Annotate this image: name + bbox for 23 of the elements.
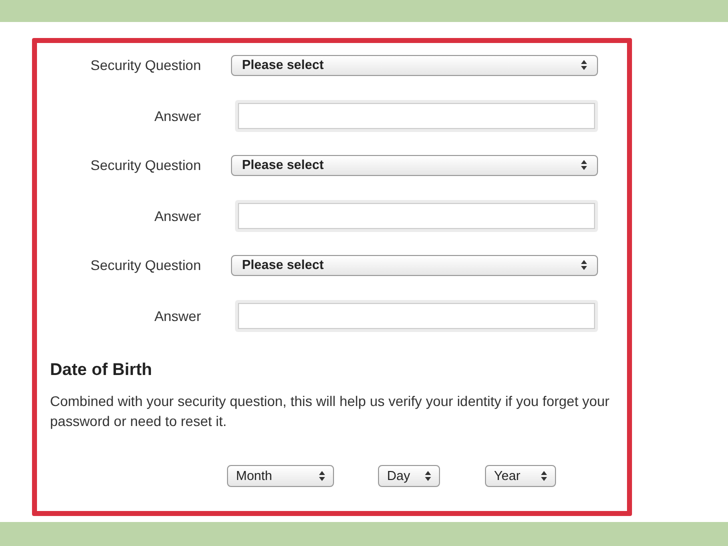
field-label: Security Question [90,56,201,75]
answer-field[interactable] [238,203,595,229]
field-label: Security Question [90,156,201,175]
answer-field[interactable] [238,303,595,329]
up-down-arrows-icon [425,470,431,480]
field-label: Answer [153,206,201,226]
date-select[interactable]: Day [378,464,440,486]
up-down-arrows-icon [581,160,587,170]
field-label: Answer [153,106,201,126]
up-down-arrows-icon [581,60,587,70]
section-heading: Date of Birth [50,359,153,381]
section-description: Combined with your security question, this will help us verify your identity if you forget your password or need to reset it. [50,392,610,430]
field-label: Security Question [90,256,201,275]
up-down-arrows-icon [541,470,547,480]
question-select[interactable]: Please select [231,154,598,176]
up-down-arrows-icon [581,260,587,270]
question-select[interactable]: Please select [231,54,598,76]
up-down-arrows-icon [319,470,325,480]
date-select[interactable]: Year [485,464,556,486]
date-select[interactable]: Month [227,464,334,486]
answer-field[interactable] [238,103,595,129]
question-select[interactable]: Please select [231,254,598,276]
field-label: Answer [153,306,201,326]
